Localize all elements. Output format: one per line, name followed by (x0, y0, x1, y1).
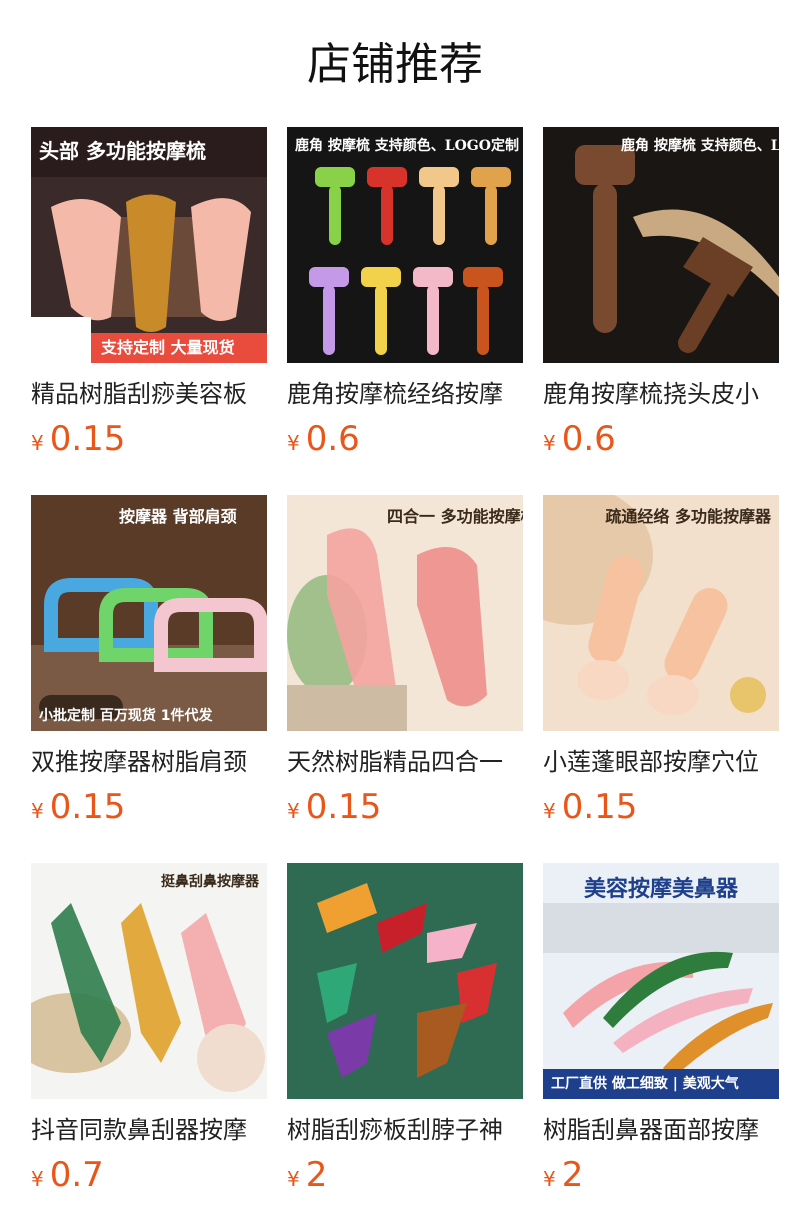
currency-symbol: ¥ (543, 799, 556, 823)
price-value: 0.15 (49, 787, 126, 827)
product-name[interactable]: 小莲蓬眼部按摩穴位 (543, 745, 779, 779)
product-card[interactable]: 四合一 多功能按摩梳 天然树脂精品四合一 ¥0.15 (287, 495, 523, 863)
image-tagline-text: 工厂直供 做工细致 | 美观大气 (551, 1076, 739, 1092)
product-name[interactable]: 精品树脂刮痧美容板 (31, 377, 267, 411)
price-value: 0.15 (49, 419, 126, 459)
product-card[interactable]: 按摩器 背部肩颈 小批定制 百万现货 1件代发 双推按摩器树脂肩颈 ¥0.15 (31, 495, 267, 863)
image-banner-text: 美容按摩美鼻器 (583, 876, 738, 902)
product-name[interactable]: 鹿角按摩梳经络按摩 (287, 377, 523, 411)
currency-symbol: ¥ (31, 431, 44, 455)
price-value: 0.6 (561, 419, 616, 459)
product-image[interactable]: 四合一 多功能按摩梳 (287, 495, 523, 731)
currency-symbol: ¥ (31, 1167, 44, 1191)
product-image[interactable]: 美容按摩美鼻器 工厂直供 做工细致 | 美观大气 (543, 863, 779, 1099)
price-value: 0.7 (49, 1155, 104, 1195)
product-card[interactable]: 美容按摩美鼻器 工厂直供 做工细致 | 美观大气 树脂刮鼻器面部按摩 ¥2 (543, 863, 779, 1231)
product-image[interactable]: 按摩器 背部肩颈 小批定制 百万现货 1件代发 (31, 495, 267, 731)
product-image[interactable]: 鹿角 按摩梳 支持颜色、LOGO定制 (543, 127, 779, 363)
product-price: ¥2 (287, 1155, 523, 1199)
product-name[interactable]: 树脂刮鼻器面部按摩 (543, 1113, 779, 1147)
page-title: 店铺推荐 (307, 39, 483, 90)
currency-symbol: ¥ (543, 1167, 556, 1191)
currency-symbol: ¥ (287, 799, 300, 823)
image-banner-text: 按摩器 背部肩颈 (119, 507, 237, 526)
product-price: ¥0.6 (543, 419, 779, 463)
product-image[interactable]: 挺鼻刮鼻按摩器 (31, 863, 267, 1099)
price-value: 0.6 (305, 419, 360, 459)
product-image[interactable]: 鹿角 按摩梳 支持颜色、LOGO定制 (287, 127, 523, 363)
product-name[interactable]: 双推按摩器树脂肩颈 (31, 745, 267, 779)
product-price: ¥0.15 (31, 419, 267, 463)
image-banner-text: 挺鼻刮鼻按摩器 (161, 874, 259, 890)
image-tagline-text: 小批定制 百万现货 1件代发 (39, 708, 213, 724)
image-banner-text: 头部 多功能按摩梳 (39, 139, 206, 163)
product-price: ¥0.7 (31, 1155, 267, 1199)
product-image[interactable]: 头部 多功能按摩梳 支持定制 大量现货 (31, 127, 267, 363)
currency-symbol: ¥ (287, 431, 300, 455)
price-value: 2 (305, 1155, 328, 1195)
product-image[interactable] (287, 863, 523, 1099)
image-banner-text: 鹿角 按摩梳 支持颜色、LOGO定制 (621, 138, 779, 154)
product-price: ¥2 (543, 1155, 779, 1199)
image-tagline-text: 支持定制 大量现货 (101, 338, 235, 357)
currency-symbol: ¥ (31, 799, 44, 823)
product-name[interactable]: 抖音同款鼻刮器按摩 (31, 1113, 267, 1147)
image-banner-text: 疏通经络 多功能按摩器 (605, 507, 771, 526)
product-grid: 头部 多功能按摩梳 支持定制 大量现货 精品树脂刮痧美容板 ¥0.15 鹿角 按… (31, 127, 779, 1231)
price-value: 0.15 (561, 787, 638, 827)
currency-symbol: ¥ (287, 1167, 300, 1191)
currency-symbol: ¥ (543, 431, 556, 455)
product-card[interactable]: 头部 多功能按摩梳 支持定制 大量现货 精品树脂刮痧美容板 ¥0.15 (31, 127, 267, 495)
product-price: ¥0.6 (287, 419, 523, 463)
product-card[interactable]: 鹿角 按摩梳 支持颜色、LOGO定制 鹿角按摩梳经络按摩 ¥0.6 (287, 127, 523, 495)
product-price: ¥0.15 (31, 787, 267, 831)
product-name[interactable]: 天然树脂精品四合一 (287, 745, 523, 779)
price-value: 2 (561, 1155, 584, 1195)
product-image[interactable]: 疏通经络 多功能按摩器 (543, 495, 779, 731)
product-card[interactable]: 树脂刮痧板刮脖子神 ¥2 (287, 863, 523, 1231)
price-value: 0.15 (305, 787, 382, 827)
product-card[interactable]: 鹿角 按摩梳 支持颜色、LOGO定制 鹿角按摩梳挠头皮小 ¥0.6 (543, 127, 779, 495)
product-price: ¥0.15 (287, 787, 523, 831)
product-card[interactable]: 挺鼻刮鼻按摩器 抖音同款鼻刮器按摩 ¥0.7 (31, 863, 267, 1231)
product-name[interactable]: 树脂刮痧板刮脖子神 (287, 1113, 523, 1147)
product-name[interactable]: 鹿角按摩梳挠头皮小 (543, 377, 779, 411)
product-card[interactable]: 疏通经络 多功能按摩器 小莲蓬眼部按摩穴位 ¥0.15 (543, 495, 779, 863)
image-banner-text: 鹿角 按摩梳 支持颜色、LOGO定制 (295, 138, 519, 154)
product-price: ¥0.15 (543, 787, 779, 831)
image-banner-text: 四合一 多功能按摩梳 (387, 507, 523, 526)
